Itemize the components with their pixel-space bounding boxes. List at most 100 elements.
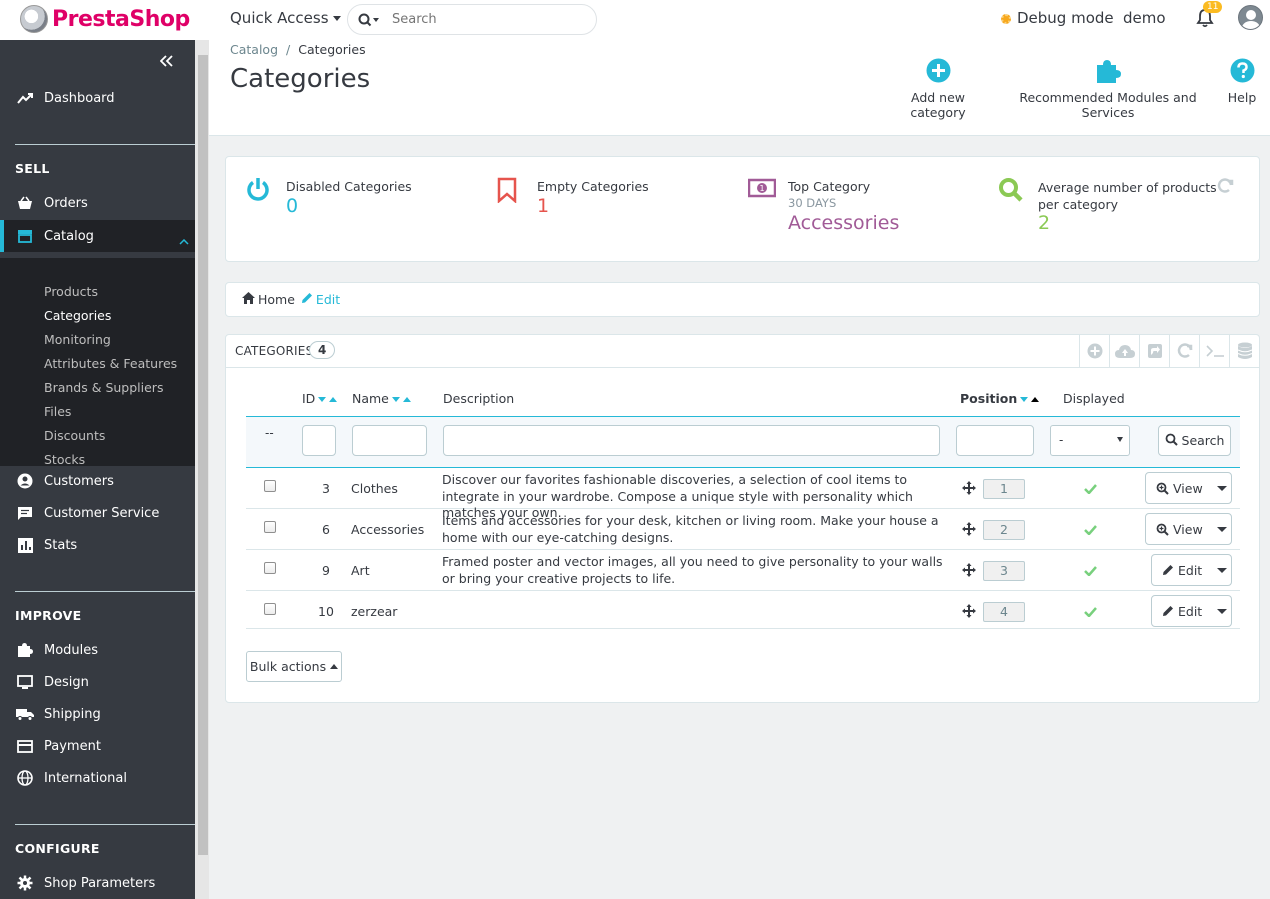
- sort-desc-icon[interactable]: [1020, 397, 1029, 402]
- filter-displayed-select[interactable]: -: [1050, 425, 1130, 456]
- filter-id-input[interactable]: [302, 425, 336, 456]
- column-label: Name: [352, 391, 389, 406]
- puzzle-icon: [16, 642, 34, 658]
- employee-avatar[interactable]: [1238, 5, 1263, 30]
- brand-name: PrestaShop: [52, 6, 190, 32]
- prestashop-logo[interactable]: PrestaShop: [20, 5, 190, 33]
- sidebar-item-customers[interactable]: Customers: [0, 465, 195, 497]
- help-button[interactable]: Help: [1225, 58, 1259, 105]
- submenu-item-attributes[interactable]: Attributes & Features: [44, 356, 177, 371]
- row-action-edit[interactable]: Edit: [1151, 595, 1232, 627]
- sort-asc-icon[interactable]: [402, 397, 411, 402]
- puzzle-icon: [1002, 58, 1214, 90]
- submenu-item-products[interactable]: Products: [44, 284, 98, 299]
- view-button[interactable]: View: [1146, 514, 1213, 544]
- row-action-view[interactable]: View: [1145, 513, 1232, 545]
- submenu-item-brands[interactable]: Brands & Suppliers: [44, 380, 163, 395]
- submenu-item-monitoring[interactable]: Monitoring: [44, 332, 111, 347]
- action-dropdown-toggle[interactable]: [1213, 514, 1231, 544]
- bulk-filter-placeholder: --: [265, 426, 274, 440]
- edit-button[interactable]: Edit: [1152, 555, 1212, 585]
- toolbar-label: Recommended Modules and Services: [1019, 90, 1197, 120]
- filter-position-input[interactable]: [956, 425, 1034, 456]
- row-id: 3: [322, 481, 330, 496]
- shop-link[interactable]: demo: [1123, 9, 1166, 27]
- kpi-value: 2: [1038, 212, 1051, 234]
- table-row[interactable]: 6 Accessories Items and accessories for …: [246, 509, 1240, 550]
- recommended-modules-button[interactable]: Recommended Modules and Services: [1002, 58, 1214, 120]
- sql-terminal-icon[interactable]: [1199, 335, 1229, 367]
- sort-asc-icon[interactable]: [1031, 397, 1040, 402]
- submenu-item-files[interactable]: Files: [44, 404, 71, 419]
- action-dropdown-toggle[interactable]: [1212, 555, 1231, 585]
- submenu-item-discounts[interactable]: Discounts: [44, 428, 105, 443]
- enabled-check-icon[interactable]: [1084, 523, 1097, 538]
- quick-access-dropdown[interactable]: Quick Access: [230, 9, 341, 27]
- power-icon: [246, 177, 270, 207]
- sort-desc-icon[interactable]: [318, 397, 327, 402]
- bulk-actions-button[interactable]: Bulk actions: [246, 651, 342, 682]
- action-dropdown-toggle[interactable]: [1213, 473, 1231, 503]
- row-description: Framed poster and vector images, all you…: [442, 554, 943, 586]
- row-checkbox[interactable]: [264, 603, 276, 615]
- refresh-icon[interactable]: [1216, 177, 1234, 199]
- filter-description-input[interactable]: [443, 425, 940, 456]
- sidebar-item-dashboard[interactable]: Dashboard: [0, 82, 195, 114]
- sidebar-item-catalog[interactable]: Catalog: [0, 220, 195, 252]
- edit-home-link[interactable]: Edit: [301, 292, 340, 307]
- page-title: Categories: [230, 64, 371, 94]
- sidebar-item-customer-service[interactable]: Customer Service: [0, 497, 195, 529]
- home-link[interactable]: Home: [258, 292, 295, 307]
- breadcrumb-catalog[interactable]: Catalog: [230, 42, 278, 57]
- enabled-check-icon[interactable]: [1084, 605, 1097, 620]
- table-row[interactable]: 3 Clothes Discover our favorites fashion…: [246, 468, 1240, 520]
- search-input[interactable]: [392, 12, 572, 27]
- table-row[interactable]: 9 Art Framed poster and vector images, a…: [246, 550, 1240, 591]
- collapse-sidebar-icon[interactable]: [159, 52, 174, 71]
- row-checkbox[interactable]: [264, 521, 276, 533]
- sidebar-item-shipping[interactable]: Shipping: [0, 698, 195, 730]
- enabled-check-icon[interactable]: [1084, 482, 1097, 497]
- row-checkbox[interactable]: [264, 480, 276, 492]
- export-icon[interactable]: [1139, 335, 1169, 367]
- drag-move-icon[interactable]: [962, 481, 976, 498]
- sidebar-item-label: Shop Parameters: [44, 875, 156, 891]
- refresh-list-icon[interactable]: [1169, 335, 1199, 367]
- svg-text:1: 1: [759, 184, 764, 193]
- filter-name-input[interactable]: [352, 425, 427, 456]
- section-sell: SELL: [15, 161, 50, 176]
- kpi-subtitle: 30 DAYS: [788, 196, 837, 210]
- enabled-check-icon[interactable]: [1084, 564, 1097, 579]
- table-row[interactable]: 10 zerzear 4 Edit: [246, 591, 1240, 629]
- sidebar-item-orders[interactable]: Orders: [0, 187, 195, 219]
- filter-search-button[interactable]: Search: [1158, 425, 1231, 456]
- add-new-icon[interactable]: [1079, 335, 1109, 367]
- debug-mode-indicator[interactable]: Debug mode: [1001, 9, 1114, 27]
- add-new-category-button[interactable]: Add new category: [888, 58, 988, 120]
- header-search[interactable]: [347, 4, 597, 35]
- sidebar-scrollbar-thumb[interactable]: [198, 55, 208, 855]
- sidebar-item-design[interactable]: Design: [0, 666, 195, 698]
- cloud-upload-icon[interactable]: [1109, 335, 1139, 367]
- drag-move-icon[interactable]: [962, 563, 976, 580]
- submenu-item-categories[interactable]: Categories: [44, 308, 111, 323]
- row-action-view[interactable]: View: [1145, 472, 1232, 504]
- sidebar-item-stats[interactable]: Stats: [0, 529, 195, 561]
- sort-asc-icon[interactable]: [329, 397, 338, 402]
- help-circle-icon: [1225, 58, 1259, 90]
- sort-desc-icon[interactable]: [391, 397, 400, 402]
- drag-move-icon[interactable]: [962, 522, 976, 539]
- sidebar-item-shop-parameters[interactable]: Shop Parameters: [0, 867, 195, 899]
- drag-move-icon[interactable]: [962, 604, 976, 621]
- database-icon[interactable]: [1229, 335, 1259, 367]
- row-checkbox[interactable]: [264, 562, 276, 574]
- sidebar-item-payment[interactable]: Payment: [0, 730, 195, 762]
- bookmark-icon: [497, 177, 517, 207]
- edit-button[interactable]: Edit: [1152, 596, 1212, 626]
- row-action-edit[interactable]: Edit: [1151, 554, 1232, 586]
- action-dropdown-toggle[interactable]: [1212, 596, 1231, 626]
- sidebar-item-international[interactable]: International: [0, 762, 195, 794]
- sidebar-item-modules[interactable]: Modules: [0, 634, 195, 666]
- search-icon[interactable]: [358, 13, 380, 27]
- view-button[interactable]: View: [1146, 473, 1213, 503]
